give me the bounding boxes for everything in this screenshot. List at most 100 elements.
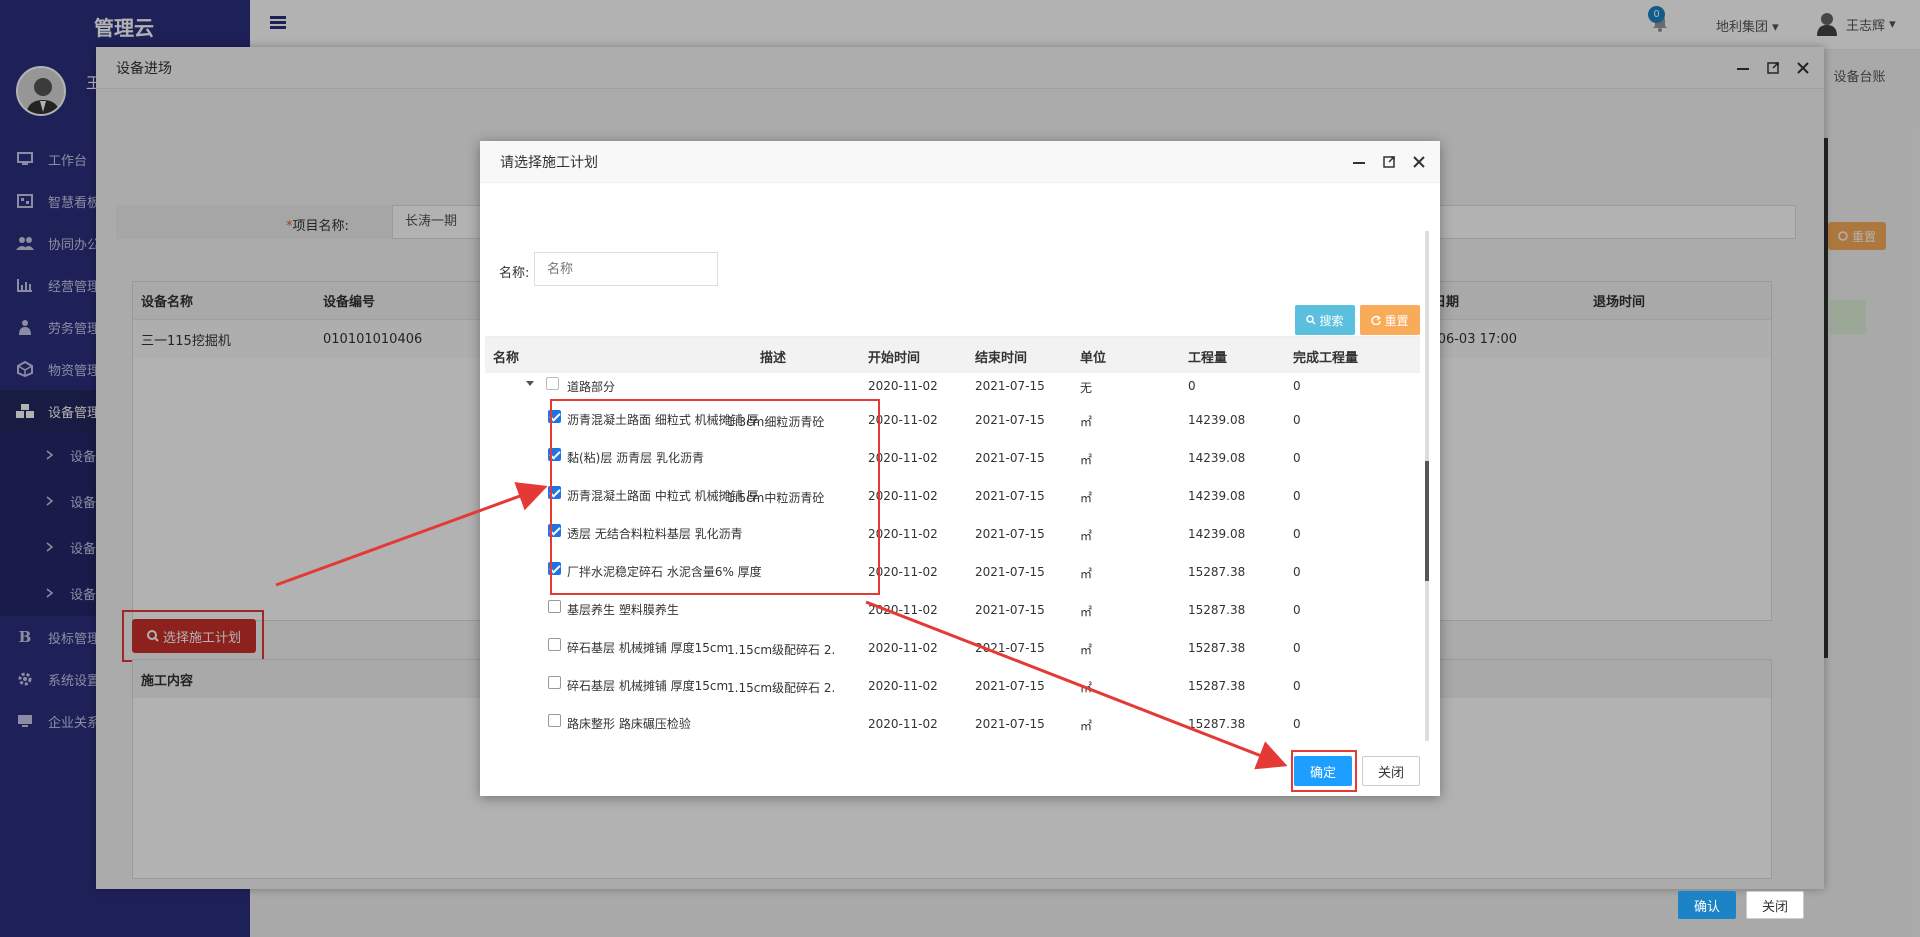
cell-quantity: 15287.38 (1188, 603, 1246, 617)
cell-description: 1.15cm级配碎石 2. (727, 681, 836, 695)
close-button[interactable]: 关闭 (1362, 756, 1420, 786)
table-row[interactable]: 透层 无结合料粒料基层 乳化沥青 2020-11-02 2021-07-15 ㎡ 142… (485, 513, 1420, 551)
group-checkbox[interactable] (546, 377, 559, 390)
row-checkbox[interactable] (548, 638, 561, 651)
table-row[interactable]: 沥青混凝土路面 中粒式 机械摊铺 厚 1.5cm中粒沥青砼 2020-11-02 20… (485, 475, 1420, 513)
confirm-button[interactable]: 确认 (1678, 891, 1736, 919)
cell-start: 2020-11-02 (868, 565, 938, 579)
cell-name: 路床整形 路床碾压检验 (567, 717, 691, 731)
cell-unit: ㎡ (1080, 567, 1093, 581)
ok-button[interactable]: 确定 (1294, 756, 1352, 786)
table-row[interactable]: 碎石基层 机械摊铺 厚度15cm 1.15cm级配碎石 2. 2020-11-02 2… (485, 665, 1420, 703)
cell-unit: ㎡ (1080, 529, 1093, 543)
cell-unit: ㎡ (1080, 491, 1093, 505)
cell-end: 2021-07-15 (975, 527, 1045, 541)
cell-end: 2021-07-15 (975, 451, 1045, 465)
cell-done: 0 (1293, 717, 1301, 731)
plan-grid-header: 名称 描述 开始时间 结束时间 单位 工程量 完成工程量 (485, 337, 1420, 373)
row-checkbox[interactable] (548, 676, 561, 689)
cell-description: 1.15cm级配碎石 2. (727, 643, 836, 657)
maximize-icon[interactable] (1380, 153, 1398, 171)
cell-name: 透层 无结合料粒料基层 乳化沥青 (567, 527, 743, 541)
cell-start: 2020-11-02 (868, 527, 938, 541)
table-row[interactable]: 路床整形 路床碾压检验 2020-11-02 2021-07-15 ㎡ 15287.38… (485, 703, 1420, 736)
cell-start: 2020-11-02 (868, 413, 938, 427)
dialog-title: 请选择施工计划 (500, 154, 598, 171)
close-button[interactable]: 关闭 (1746, 891, 1804, 919)
cell-unit: ㎡ (1080, 643, 1093, 657)
cell-unit: ㎡ (1080, 681, 1093, 695)
cell-quantity: 14239.08 (1188, 451, 1246, 465)
row-checkbox[interactable] (548, 524, 561, 537)
cell-done: 0 (1293, 379, 1301, 393)
cell-description: 1.5cm中粒沥青砼 (727, 491, 825, 505)
cell-unit: ㎡ (1080, 415, 1093, 429)
cell-unit: ㎡ (1080, 605, 1093, 619)
cell-name: 碎石基层 机械摊铺 厚度15cm (567, 641, 729, 655)
cell-end: 2021-07-15 (975, 379, 1045, 393)
row-checkbox[interactable] (548, 714, 561, 727)
table-row[interactable]: 基层养生 塑料膜养生 2020-11-02 2021-07-15 ㎡ 15287.38 0 (485, 589, 1420, 627)
cell-quantity: 15287.38 (1188, 641, 1246, 655)
cell-done: 0 (1293, 527, 1301, 541)
name-filter-input[interactable] (534, 252, 718, 286)
group-name: 道路部分 (567, 380, 616, 394)
cell-quantity: 15287.38 (1188, 565, 1246, 579)
table-row[interactable]: 碎石基层 机械摊铺 厚度15cm 1.15cm级配碎石 2. 2020-11-02 2… (485, 627, 1420, 665)
cell-start: 2020-11-02 (868, 603, 938, 617)
cell-done: 0 (1293, 451, 1301, 465)
cell-end: 2021-07-15 (975, 413, 1045, 427)
close-icon[interactable] (1410, 153, 1428, 171)
cell-description: 1.3cm细粒沥青砼 (727, 415, 825, 429)
row-checkbox[interactable] (548, 600, 561, 613)
col-name: 名称 (493, 351, 520, 366)
cell-quantity: 14239.08 (1188, 527, 1246, 541)
reset-button[interactable]: 重置 (1360, 305, 1420, 335)
cell-quantity: 15287.38 (1188, 679, 1246, 693)
caret-down-icon[interactable] (526, 381, 534, 386)
search-icon (1306, 315, 1317, 325)
col-description: 描述 (760, 351, 787, 366)
table-row[interactable]: 厂拌水泥稳定碎石 水泥含量6% 厚度 2020-11-02 2021-07-15 ㎡ 1… (485, 551, 1420, 589)
col-end-time: 结束时间 (975, 351, 1028, 366)
row-checkbox[interactable] (548, 562, 561, 575)
cell-quantity: 14239.08 (1188, 489, 1246, 503)
row-checkbox[interactable] (548, 486, 561, 499)
cell-end: 2021-07-15 (975, 489, 1045, 503)
cell-name: 碎石基层 机械摊铺 厚度15cm (567, 679, 729, 693)
tree-group-row[interactable]: 道路部分 2020-11-02 2021-07-15 无 0 0 (485, 373, 1420, 399)
table-row[interactable]: 沥青混凝土路面 细粒式 机械摊铺 厚 1.3cm细粒沥青砼 2020-11-02 20… (485, 399, 1420, 437)
plan-tree-grid: 名称 描述 开始时间 结束时间 单位 工程量 完成工程量 道路部分 2020-1… (485, 336, 1420, 736)
cell-start: 2020-11-02 (868, 451, 938, 465)
cell-end: 2021-07-15 (975, 641, 1045, 655)
cell-done: 0 (1293, 565, 1301, 579)
scrollbar-thumb[interactable] (1425, 461, 1429, 581)
cell-name: 黏(粘)层 沥青层 乳化沥青 (567, 451, 704, 465)
cell-end: 2021-07-15 (975, 717, 1045, 731)
cell-end: 2021-07-15 (975, 603, 1045, 617)
search-button-label: 搜索 (1319, 313, 1344, 328)
cell-quantity: 0 (1188, 379, 1196, 393)
col-completed-quantity: 完成工程量 (1293, 351, 1359, 366)
table-row[interactable]: 黏(粘)层 沥青层 乳化沥青 2020-11-02 2021-07-15 ㎡ 14239… (485, 437, 1420, 475)
reset-button-label: 重置 (1384, 313, 1409, 328)
cell-name: 基层养生 塑料膜养生 (567, 603, 679, 617)
col-start-time: 开始时间 (868, 351, 921, 366)
cell-name: 厂拌水泥稳定碎石 水泥含量6% 厚度 (567, 565, 762, 579)
cell-done: 0 (1293, 679, 1301, 693)
cell-start: 2020-11-02 (868, 489, 938, 503)
cell-start: 2020-11-02 (868, 717, 938, 731)
cell-end: 2021-07-15 (975, 679, 1045, 693)
cell-done: 0 (1293, 413, 1301, 427)
row-checkbox[interactable] (548, 448, 561, 461)
cell-unit: ㎡ (1080, 453, 1093, 467)
cell-end: 2021-07-15 (975, 565, 1045, 579)
cell-start: 2020-11-02 (868, 641, 938, 655)
cell-done: 0 (1293, 489, 1301, 503)
minimize-icon[interactable] (1350, 153, 1368, 171)
search-button[interactable]: 搜索 (1295, 305, 1355, 335)
cell-unit: ㎡ (1080, 719, 1093, 733)
row-checkbox[interactable] (548, 410, 561, 423)
cell-start: 2020-11-02 (868, 379, 938, 393)
cell-done: 0 (1293, 603, 1301, 617)
